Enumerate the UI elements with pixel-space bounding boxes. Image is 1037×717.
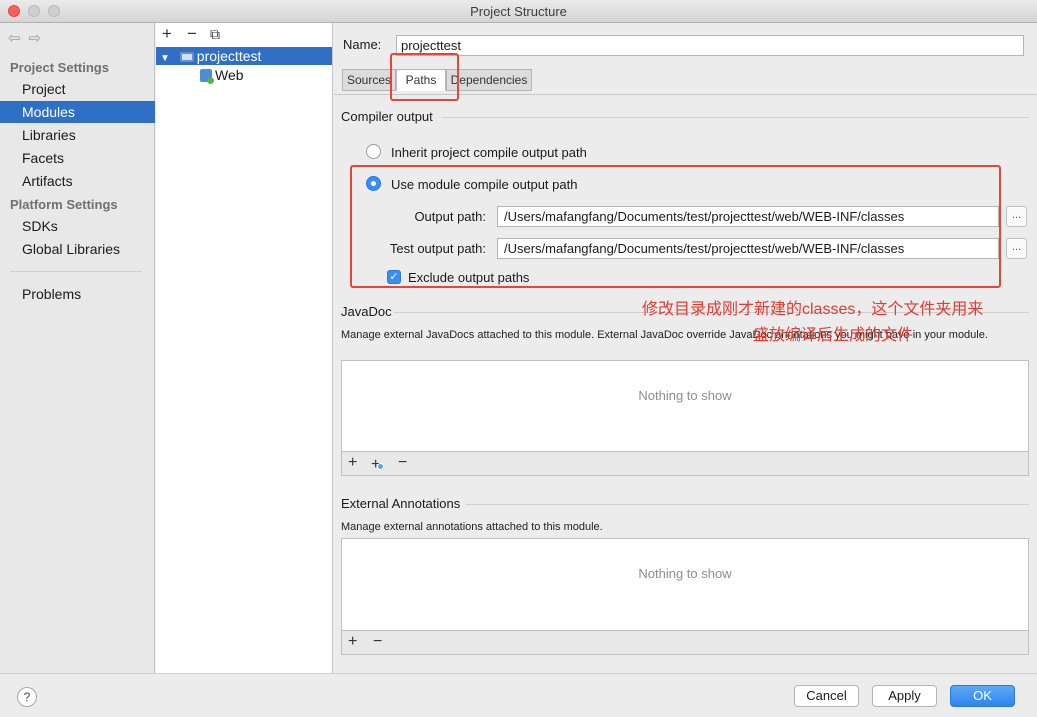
remove-module-button[interactable]: − bbox=[187, 24, 197, 44]
annotation-note-line2: 盛放编译后生成的文件 bbox=[753, 327, 914, 344]
tree-node-projecttest[interactable]: ▼ projecttest bbox=[156, 47, 332, 65]
sidebar-item-sdks[interactable]: SDKs bbox=[0, 215, 155, 237]
compiler-output-title: Compiler output bbox=[341, 109, 433, 124]
section-project-settings: Project Settings bbox=[10, 60, 109, 75]
javadoc-empty-text: Nothing to show bbox=[638, 388, 732, 403]
sidebar-item-problems[interactable]: Problems bbox=[0, 283, 155, 305]
external-annotations-title: External Annotations bbox=[341, 496, 461, 511]
navigation-arrows: ⇦⇨ bbox=[8, 29, 49, 47]
sidebar-item-global-libraries[interactable]: Global Libraries bbox=[0, 238, 155, 260]
dialog-button-bar: ? Cancel Apply OK bbox=[0, 673, 1037, 717]
browse-output-path-button[interactable]: ... bbox=[1006, 206, 1027, 227]
section-platform-settings: Platform Settings bbox=[10, 197, 118, 212]
module-settings-panel: Name: projecttest Sources Paths Dependen… bbox=[334, 23, 1037, 673]
tree-node-label: projecttest bbox=[196, 48, 262, 64]
copy-module-icon[interactable]: ⧉ bbox=[210, 26, 220, 43]
settings-sidebar: ⇦⇨ Project Settings Project Modules Libr… bbox=[0, 23, 155, 673]
inherit-output-label: Inherit project compile output path bbox=[391, 145, 587, 160]
tree-node-web[interactable]: Web bbox=[156, 66, 332, 84]
annotation-note-line1: 修改目录成刚才新建的classes，这个文件夹用来 bbox=[642, 301, 984, 318]
ok-button[interactable]: OK bbox=[950, 685, 1015, 707]
remove-javadoc-button[interactable]: − bbox=[398, 454, 407, 472]
back-arrow-icon[interactable]: ⇦ bbox=[8, 30, 29, 47]
javadoc-list[interactable]: Nothing to show bbox=[341, 360, 1029, 452]
add-module-button[interactable]: + bbox=[162, 24, 172, 44]
globe-icon bbox=[377, 463, 384, 470]
web-facet-icon bbox=[200, 69, 214, 84]
external-annotations-empty-text: Nothing to show bbox=[638, 566, 732, 581]
javadoc-description: Manage external JavaDocs attached to thi… bbox=[341, 329, 988, 341]
apply-button[interactable]: Apply bbox=[872, 685, 937, 707]
javadoc-toolbar: + + − bbox=[341, 452, 1029, 476]
expand-arrow-icon[interactable]: ▼ bbox=[160, 53, 170, 64]
forward-arrow-icon[interactable]: ⇨ bbox=[29, 30, 50, 47]
add-annotation-button[interactable]: + bbox=[348, 633, 357, 651]
tree-toolbar: + − ⧉ bbox=[156, 23, 332, 47]
folder-icon bbox=[179, 52, 194, 62]
sidebar-item-libraries[interactable]: Libraries bbox=[0, 124, 155, 146]
group-divider bbox=[442, 117, 1029, 118]
window-title: Project Structure bbox=[470, 4, 567, 19]
module-tree-panel: + − ⧉ ▼ projecttest Web bbox=[156, 23, 333, 673]
tree-node-label: Web bbox=[215, 67, 244, 83]
paths-tab-highlight bbox=[390, 53, 459, 101]
sidebar-item-modules[interactable]: Modules bbox=[0, 101, 155, 123]
inherit-output-radio[interactable] bbox=[366, 144, 381, 159]
external-annotations-list[interactable]: Nothing to show bbox=[341, 538, 1029, 631]
javadoc-title: JavaDoc bbox=[341, 304, 392, 319]
sidebar-item-facets[interactable]: Facets bbox=[0, 147, 155, 169]
help-button[interactable]: ? bbox=[17, 687, 37, 707]
external-annotations-toolbar: + − bbox=[341, 631, 1029, 655]
sidebar-divider bbox=[10, 271, 142, 272]
remove-annotation-button[interactable]: − bbox=[373, 633, 382, 651]
add-javadoc-button[interactable]: + bbox=[348, 454, 357, 472]
sidebar-item-artifacts[interactable]: Artifacts bbox=[0, 170, 155, 192]
title-bar: Project Structure bbox=[0, 0, 1037, 23]
name-label: Name: bbox=[343, 37, 382, 52]
cancel-button[interactable]: Cancel bbox=[794, 685, 859, 707]
module-name-field[interactable]: projecttest bbox=[396, 35, 1024, 56]
external-annotations-description: Manage external annotations attached to … bbox=[341, 521, 603, 533]
output-path-highlight bbox=[350, 165, 1001, 288]
browse-test-output-path-button[interactable]: ... bbox=[1006, 238, 1027, 259]
group-divider bbox=[466, 504, 1029, 505]
sidebar-item-project[interactable]: Project bbox=[0, 78, 155, 100]
tab-sources[interactable]: Sources bbox=[342, 69, 396, 91]
